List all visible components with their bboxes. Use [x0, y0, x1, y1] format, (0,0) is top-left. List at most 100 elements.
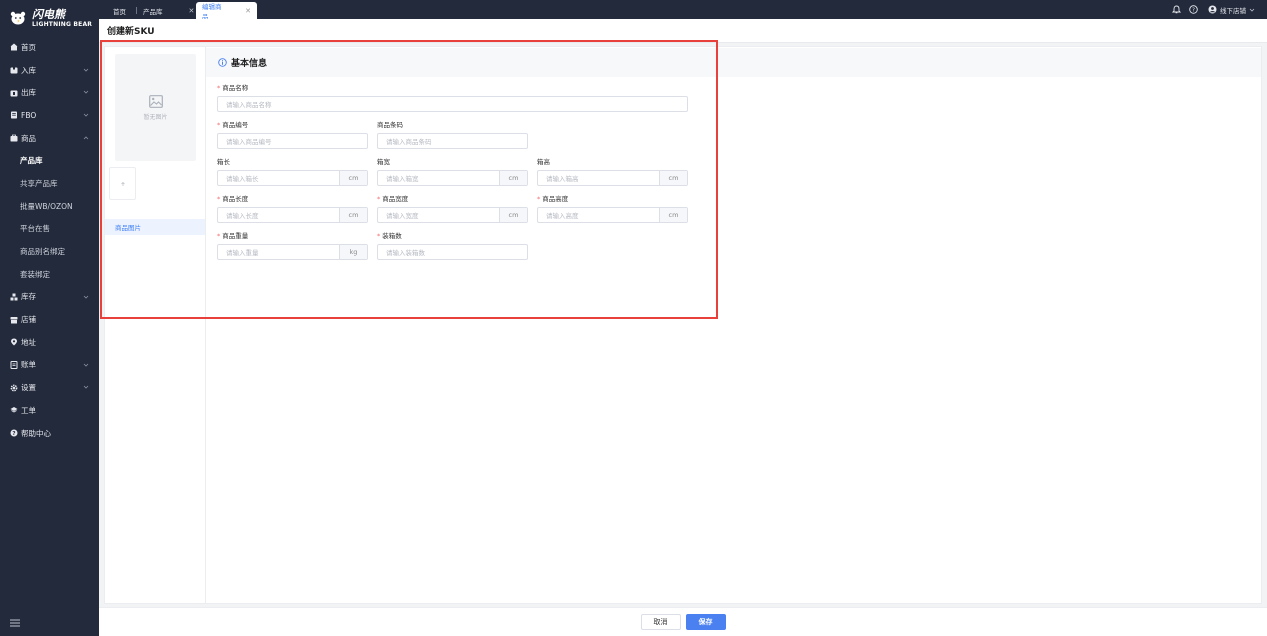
sidebar-item-product-library[interactable]: 产品库	[0, 149, 99, 172]
close-icon[interactable]: ✕	[189, 7, 195, 15]
unit-suffix: cm	[659, 171, 687, 185]
chevron-down-icon	[83, 386, 89, 389]
sku-form-card: 暂无图片 商品图片 基本信息 * 商品名称 请输入商品名称 * 商品编号 请输入商品…	[104, 46, 1262, 604]
unit-suffix: kg	[339, 245, 367, 259]
sidebar-item-label: 首页	[21, 42, 36, 52]
save-button[interactable]: 保存	[685, 614, 726, 630]
help-circle-icon[interactable]: ?	[1189, 5, 1198, 14]
no-image-text: 暂无图片	[143, 113, 168, 121]
sidebar-item-label: 设置	[21, 383, 36, 393]
top-bar: 首页 产品库 ✕ 编辑商品 ✕ ? 线下店铺	[99, 0, 1267, 21]
info-icon	[218, 58, 227, 67]
tab-edit-goods[interactable]: 编辑商品 ✕	[196, 2, 257, 21]
sidebar-item-ticket[interactable]: 工单	[0, 399, 99, 422]
field-box-length: 箱长 请输入箱长 cm	[217, 158, 368, 186]
field-label: 箱长	[217, 158, 230, 166]
sidebar-item-label: 店铺	[21, 315, 36, 325]
field-label: 商品长度	[222, 195, 249, 203]
input-placeholder: 请输入商品名称	[226, 101, 272, 109]
sidebar-item-shared-library[interactable]: 共享产品库	[0, 172, 99, 195]
collapse-menu-icon[interactable]	[10, 618, 20, 628]
brand-logo[interactable]: 闪电熊 LIGHTNING BEAR	[0, 0, 99, 36]
input-placeholder: 请输入高度	[546, 212, 579, 220]
input-placeholder: 请输入装箱数	[386, 249, 425, 257]
field-goods-code: * 商品编号 请输入商品编号	[217, 121, 368, 149]
sidebar-item-home[interactable]: 首页	[0, 36, 99, 59]
field-goods-barcode: 商品条码 请输入商品条码	[377, 121, 528, 149]
sidebar-item-batch-wb-ozon[interactable]: 批量WB/OZON	[0, 195, 99, 218]
sidebar-item-address[interactable]: 地址	[0, 331, 99, 354]
sidebar-item-inbound[interactable]: 入库	[0, 59, 99, 82]
box-length-input[interactable]: 请输入箱长 cm	[217, 170, 368, 186]
goods-width-input[interactable]: 请输入宽度 cm	[377, 207, 528, 223]
sidebar-item-bundle-binding[interactable]: 套装绑定	[0, 263, 99, 286]
goods-height-input[interactable]: 请输入高度 cm	[537, 207, 688, 223]
sidebar-item-goods[interactable]: 商品	[0, 127, 99, 150]
home-icon	[10, 43, 18, 51]
sidebar-item-label: 商品别名绑定	[20, 247, 65, 257]
user-menu[interactable]: 线下店铺	[1208, 5, 1255, 15]
sidebar-item-label: 账单	[21, 360, 36, 370]
sidebar-item-label: 出库	[21, 88, 36, 98]
box-width-input[interactable]: 请输入箱宽 cm	[377, 170, 528, 186]
image-upload-thumb[interactable]	[109, 167, 136, 200]
sidebar-item-platform-on-sale[interactable]: 平台在售	[0, 218, 99, 241]
goods-length-input[interactable]: 请输入长度 cm	[217, 207, 368, 223]
box-quantity-input[interactable]: 请输入装箱数	[377, 244, 528, 260]
footer-actions: 取消 保存	[99, 607, 1267, 636]
inventory-icon	[10, 293, 18, 301]
close-icon[interactable]: ✕	[245, 7, 251, 15]
main-image-placeholder[interactable]: 暂无图片	[115, 54, 196, 161]
sidebar-item-alias-binding[interactable]: 商品别名绑定	[0, 240, 99, 263]
bell-icon[interactable]	[1172, 5, 1181, 14]
box-height-input[interactable]: 请输入箱高 cm	[537, 170, 688, 186]
tab-label: 首页	[113, 7, 126, 16]
unit-suffix: cm	[339, 171, 367, 185]
chevron-down-icon	[83, 68, 89, 72]
input-placeholder: 请输入箱长	[226, 175, 259, 183]
field-goods-length: * 商品长度 请输入长度 cm	[217, 195, 368, 223]
fbo-icon	[10, 111, 18, 119]
chevron-down-icon	[83, 295, 89, 299]
tab-home[interactable]: 首页	[107, 2, 132, 19]
anchor-goods-image[interactable]: 商品图片	[105, 219, 205, 235]
sidebar-item-label: 入库	[21, 65, 36, 75]
location-icon	[10, 338, 18, 346]
field-goods-name: * 商品名称 请输入商品名称	[217, 84, 688, 112]
goods-name-input[interactable]: 请输入商品名称	[217, 96, 688, 112]
required-mark: *	[377, 195, 381, 203]
field-box-width: 箱宽 请输入箱宽 cm	[377, 158, 528, 186]
required-mark: *	[217, 121, 221, 129]
field-label: 商品高度	[542, 195, 569, 203]
help-icon: ?	[10, 429, 18, 437]
sidebar-item-inventory[interactable]: 库存	[0, 286, 99, 309]
field-label: 商品名称	[222, 84, 249, 92]
sidebar-menu: 首页 入库 出库 FBO 商品 产品库 共享产品库 批量WB/OZON 平台在售…	[0, 36, 99, 444]
sidebar-item-bill[interactable]: 账单	[0, 354, 99, 377]
sidebar-item-help[interactable]: ? 帮助中心	[0, 422, 99, 445]
sidebar-item-settings[interactable]: 设置	[0, 376, 99, 399]
goods-code-input[interactable]: 请输入商品编号	[217, 133, 368, 149]
sidebar-item-outbound[interactable]: 出库	[0, 81, 99, 104]
input-placeholder: 请输入宽度	[386, 212, 419, 220]
chevron-up-icon	[83, 136, 89, 140]
cancel-button[interactable]: 取消	[640, 614, 681, 630]
store-icon	[10, 316, 18, 324]
sidebar-item-store[interactable]: 店铺	[0, 308, 99, 331]
image-panel: 暂无图片 商品图片	[105, 47, 206, 603]
ticket-icon	[10, 406, 18, 414]
field-box-quantity: * 装箱数 请输入装箱数	[377, 232, 528, 260]
field-label: 箱宽	[377, 158, 390, 166]
sidebar-item-fbo[interactable]: FBO	[0, 104, 99, 127]
svg-text:?: ?	[12, 431, 15, 437]
sidebar-item-label: 平台在售	[20, 224, 50, 234]
unit-suffix: cm	[499, 171, 527, 185]
avatar-icon	[1208, 5, 1217, 14]
goods-barcode-input[interactable]: 请输入商品条码	[377, 133, 528, 149]
field-goods-width: * 商品宽度 请输入宽度 cm	[377, 195, 528, 223]
image-placeholder-icon	[148, 94, 163, 108]
tab-product-library[interactable]: 产品库 ✕	[137, 2, 200, 19]
sidebar-item-label: 批量WB/OZON	[20, 201, 73, 211]
svg-text:?: ?	[1192, 8, 1195, 14]
goods-weight-input[interactable]: 请输入重量 kg	[217, 244, 368, 260]
